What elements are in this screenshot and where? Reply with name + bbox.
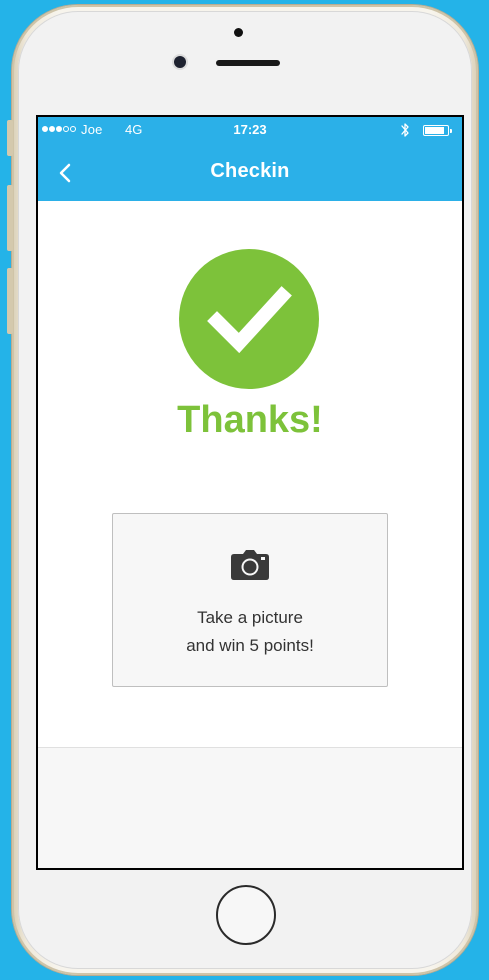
earpiece-speaker xyxy=(216,60,280,66)
volume-up-button xyxy=(7,185,13,251)
silent-switch xyxy=(7,120,13,156)
battery-level xyxy=(425,127,444,134)
checkmark-icon xyxy=(207,286,292,354)
phone-screen: Joe 4G 17:23 Checkin Thanks! Take a pict… xyxy=(36,115,464,870)
home-button[interactable] xyxy=(216,885,276,945)
proximity-sensor xyxy=(234,28,243,37)
photo-prompt-text: Take a picture and win 5 points! xyxy=(113,604,387,660)
front-camera xyxy=(174,56,186,68)
photo-prompt-line1: Take a picture xyxy=(197,608,303,627)
footer-area xyxy=(38,747,462,868)
navigation-bar: Checkin xyxy=(38,143,462,201)
success-badge xyxy=(179,249,319,389)
camera-icon xyxy=(231,550,269,580)
bluetooth-icon xyxy=(401,123,409,137)
page-title: Checkin xyxy=(210,160,290,182)
status-bar: Joe 4G 17:23 xyxy=(38,117,462,143)
battery-icon xyxy=(423,125,452,136)
status-time: 17:23 xyxy=(233,122,267,137)
thanks-message: Thanks! xyxy=(177,399,323,441)
volume-down-button xyxy=(7,268,13,334)
app-screen: Joe 4G 17:23 Checkin Thanks! Take a pict… xyxy=(38,117,462,868)
photo-prompt-line2: and win 5 points! xyxy=(186,636,314,655)
take-picture-button[interactable]: Take a picture and win 5 points! xyxy=(112,513,388,687)
